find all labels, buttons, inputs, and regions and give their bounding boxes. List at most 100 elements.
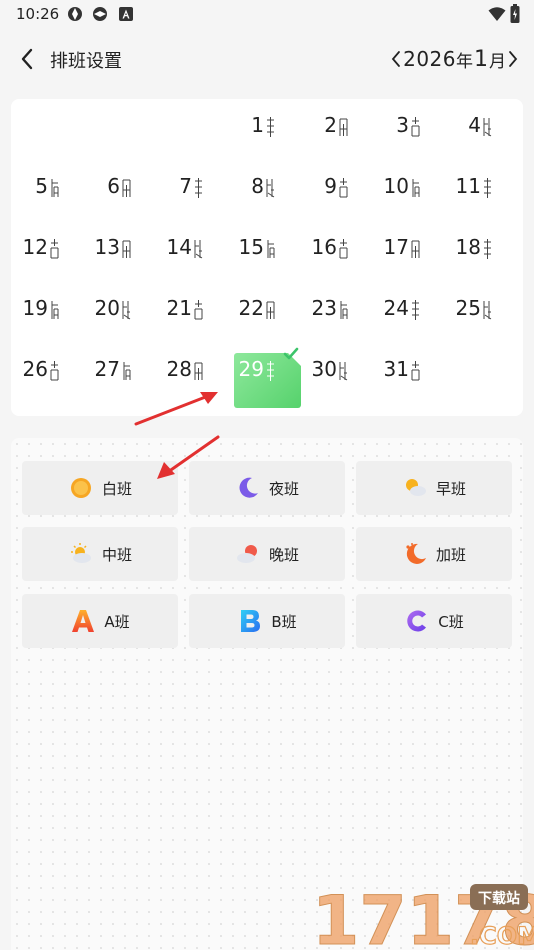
prev-month-button[interactable] [389, 48, 403, 70]
lunar-date-glyph [50, 239, 59, 259]
lunar-date-glyph [194, 300, 203, 320]
status-bar: 10:26 [0, 0, 534, 30]
shift-button-7[interactable]: A班 [22, 594, 178, 648]
day-number: 7 [179, 174, 192, 198]
lunar-date-glyph [339, 239, 348, 259]
lunar-date-glyph [50, 361, 59, 381]
year-suffix: 年 [456, 51, 473, 72]
back-button[interactable] [14, 44, 42, 74]
calendar-day-15[interactable]: 15 [229, 228, 301, 280]
shift-button-9[interactable]: C班 [356, 594, 512, 648]
shift-button-8[interactable]: B班 [189, 594, 345, 648]
calendar-day-24[interactable]: 24 [374, 289, 446, 341]
sun-cloud-icon [405, 479, 426, 496]
calendar-day-14[interactable]: 14 [157, 228, 229, 280]
calendar-day-5[interactable]: 5 [13, 167, 85, 219]
lunar-date-glyph [122, 240, 131, 258]
calendar-day-22[interactable]: 22 [229, 289, 301, 341]
day-number: 31 [383, 357, 409, 381]
lunar-date-glyph [123, 362, 131, 380]
shift-button-3[interactable]: 早班 [356, 461, 512, 515]
lunar-date-glyph [340, 301, 348, 319]
annotation-arrow [157, 435, 220, 479]
calendar-day-4[interactable]: 4 [446, 106, 518, 158]
day-number: 15 [238, 235, 264, 259]
calendar-day-31[interactable]: 31 [374, 350, 446, 402]
lunar-date-glyph [339, 362, 348, 381]
calendar-day-29[interactable]: 29 [229, 350, 301, 402]
day-number: 27 [94, 357, 120, 381]
day-number: 3 [396, 113, 409, 137]
shift-button-5[interactable]: 晚班 [189, 527, 345, 581]
shift-label: 白班 [101, 479, 132, 498]
shift-label: 晚班 [268, 545, 299, 564]
calendar-day-25[interactable]: 25 [446, 289, 518, 341]
calendar-day-23[interactable]: 23 [302, 289, 374, 341]
day-number: 8 [251, 174, 264, 198]
day-number: 1 [251, 113, 264, 137]
year-label: 2026 [403, 47, 456, 71]
lunar-date-glyph [412, 300, 419, 320]
lunar-date-glyph [484, 239, 491, 259]
shift-label: C班 [438, 612, 464, 631]
calendar-day-6[interactable]: 6 [85, 167, 157, 219]
calendar-day-12[interactable]: 12 [13, 228, 85, 280]
lunar-date-glyph [51, 301, 59, 319]
calendar-day-10[interactable]: 10 [374, 167, 446, 219]
moon-stars-icon [406, 543, 426, 564]
shift-button-4[interactable]: 中班 [22, 527, 178, 581]
next-month-button[interactable] [506, 48, 520, 70]
lunar-date-glyph [195, 178, 202, 198]
calendar-day-1[interactable]: 1 [229, 106, 301, 158]
watermark-badge: 下载站 [478, 890, 520, 907]
month-label: 1 [474, 46, 488, 72]
lunar-date-glyph [484, 178, 491, 198]
calendar-day-17[interactable]: 17 [374, 228, 446, 280]
app-bar: 排班设置 2026 年 1 月 [0, 36, 534, 82]
sunset-cloud-icon [236, 545, 257, 563]
day-number: 18 [455, 235, 481, 259]
calendar-day-30[interactable]: 30 [302, 350, 374, 402]
lunar-date-glyph [339, 118, 348, 136]
calendar-day-11[interactable]: 11 [446, 167, 518, 219]
day-number: 9 [324, 174, 337, 198]
lunar-date-glyph [412, 179, 420, 197]
day-number: 6 [107, 174, 120, 198]
shift-button-6[interactable]: 加班 [356, 527, 512, 581]
lunar-date-glyph [266, 301, 275, 319]
day-number: 5 [35, 174, 48, 198]
day-number: 25 [455, 296, 481, 320]
app-notification-icon [93, 7, 107, 21]
font-notification-icon [119, 7, 133, 21]
calendar-day-7[interactable]: 7 [157, 167, 229, 219]
sun-cloud-small-icon [70, 543, 91, 563]
calendar-day-8[interactable]: 8 [229, 167, 301, 219]
moon-icon [239, 477, 258, 498]
calendar-day-13[interactable]: 13 [85, 228, 157, 280]
calendar-day-26[interactable]: 26 [13, 350, 85, 402]
day-number: 11 [455, 174, 481, 198]
sun-icon [70, 478, 91, 498]
calendar-day-3[interactable]: 3 [374, 106, 446, 158]
day-number: 21 [166, 296, 192, 320]
shift-panel: 白班 夜班 早班 中班 晚班 加班 A班 B班 C班 [11, 438, 523, 950]
day-number: 14 [166, 235, 192, 259]
calendar-day-18[interactable]: 18 [446, 228, 518, 280]
status-time: 10:26 [16, 5, 60, 23]
calendar-day-2[interactable]: 2 [302, 106, 374, 158]
calendar-day-9[interactable]: 9 [302, 167, 374, 219]
battery-icon [510, 4, 520, 23]
day-number: 4 [468, 113, 481, 137]
month-navigator: 2026 年 1 月 [389, 44, 520, 74]
lunar-date-glyph [339, 178, 348, 198]
day-number: 29 [238, 357, 264, 381]
calendar-day-16[interactable]: 16 [302, 228, 374, 280]
annotation-arrow [134, 392, 218, 426]
day-number: 13 [94, 235, 120, 259]
calendar-day-21[interactable]: 21 [157, 289, 229, 341]
shift-label: A班 [104, 612, 130, 631]
shift-label: 中班 [101, 545, 132, 564]
site-watermark-logo: 17178 下载站 .COM [312, 882, 534, 950]
calendar-day-19[interactable]: 19 [13, 289, 85, 341]
calendar-day-20[interactable]: 20 [85, 289, 157, 341]
